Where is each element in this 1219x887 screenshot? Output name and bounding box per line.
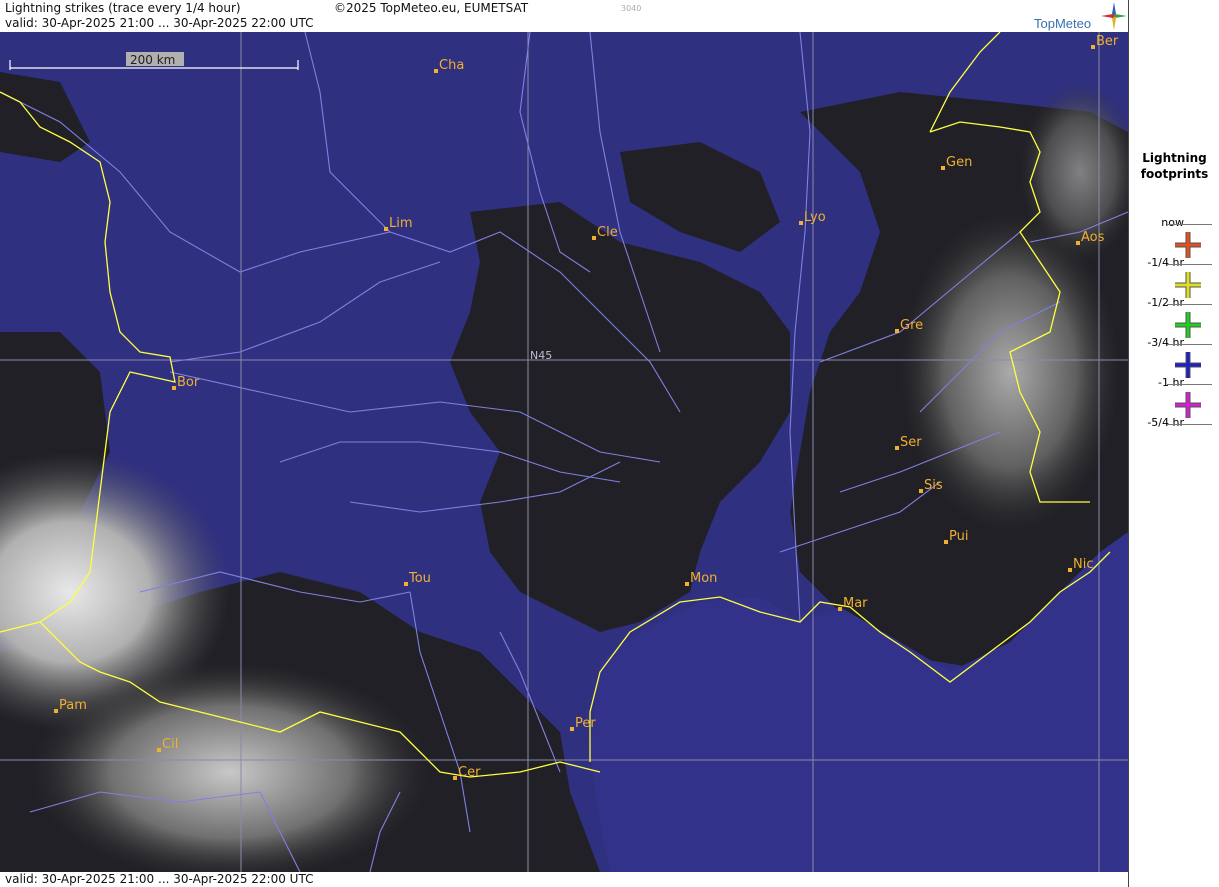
city-label-lim: Lim: [389, 216, 413, 231]
city-label-pui: Pui: [949, 529, 968, 544]
legend-row: -3/4 hr: [1129, 336, 1219, 378]
footer: valid: 30-Apr-2025 21:00 ... 30-Apr-2025…: [0, 872, 1128, 887]
city-label-ser: Ser: [900, 435, 922, 450]
city-marker-cer: [453, 776, 457, 780]
legend-label: now: [1161, 216, 1184, 229]
city-label-cha: Cha: [439, 58, 464, 73]
city-label-cle: Cle: [597, 225, 618, 240]
legend-title: Lightning footprints: [1140, 151, 1209, 181]
satellite-map[interactable]: N45 200 km Cha Ber Gen Lim Cle Lyo Aos G…: [0, 32, 1128, 872]
city-marker-cil: [157, 748, 161, 752]
scale-label: 200 km: [130, 53, 175, 67]
city-label-lyo: Lyo: [804, 210, 826, 225]
topmeteo-logo[interactable]: TopMeteo: [1034, 16, 1091, 31]
city-label-aos: Aos: [1081, 230, 1105, 245]
city-marker-pam: [54, 709, 58, 713]
city-marker-gre: [895, 329, 899, 333]
legend-divider: [1167, 224, 1212, 225]
city-label-per: Per: [575, 716, 596, 731]
valid-time-top: valid: 30-Apr-2025 21:00 ... 30-Apr-2025…: [5, 16, 314, 30]
city-marker-per: [570, 727, 574, 731]
city-label-mar: Mar: [843, 596, 868, 611]
legend-divider: [1167, 424, 1212, 425]
legend-label: -1/4 hr: [1147, 256, 1184, 269]
legend-divider: [1167, 384, 1212, 385]
city-label-ber: Ber: [1096, 34, 1119, 49]
cloud-area-pyrenees: [30, 662, 430, 872]
legend-label: -1/2 hr: [1147, 296, 1184, 309]
city-marker-pui: [944, 540, 948, 544]
city-label-mon: Mon: [690, 571, 717, 586]
city-label-nic: Nic: [1073, 557, 1093, 572]
city-label-tou: Tou: [408, 571, 431, 586]
city-label-bor: Bor: [177, 375, 200, 390]
compass-star-icon: [1101, 2, 1127, 30]
legend-divider: [1167, 344, 1212, 345]
graticule-label: N45: [530, 349, 552, 362]
legend-row: -1 hr: [1129, 376, 1219, 418]
city-marker-tou: [404, 582, 408, 586]
city-marker-lim: [384, 227, 388, 231]
city-marker-ber: [1091, 45, 1095, 49]
legend-divider: [1167, 264, 1212, 265]
city-marker-bor: [172, 386, 176, 390]
valid-time-bottom: valid: 30-Apr-2025 21:00 ... 30-Apr-2025…: [5, 872, 314, 886]
legend-label: -5/4 hr: [1147, 416, 1184, 429]
city-label-sis: Sis: [924, 478, 943, 493]
city-marker-cha: [434, 69, 438, 73]
legend-divider: [1167, 304, 1212, 305]
city-marker-sis: [919, 489, 923, 493]
image-code: 3040: [621, 4, 642, 13]
city-label-pam: Pam: [59, 698, 87, 713]
city-label-gre: Gre: [900, 318, 923, 333]
city-marker-ser: [895, 446, 899, 450]
city-marker-mon: [685, 582, 689, 586]
legend-label: -1 hr: [1158, 376, 1184, 389]
city-label-cer: Cer: [458, 765, 481, 780]
city-marker-mar: [838, 607, 842, 611]
legend-row: -1/4 hr: [1129, 256, 1219, 298]
legend-row: -1/2 hr: [1129, 296, 1219, 338]
city-marker-gen: [941, 166, 945, 170]
city-marker-nic: [1068, 568, 1072, 572]
legend-panel: Lightning footprints now -1/4 hr -1/2 hr -3…: [1128, 0, 1219, 887]
city-label-gen: Gen: [946, 155, 972, 170]
header: Lightning strikes (trace every 1/4 hour)…: [0, 0, 1128, 32]
city-label-cil: Cil: [162, 737, 178, 752]
city-marker-aos: [1076, 241, 1080, 245]
copyright: ©2025 TopMeteo.eu, EUMETSAT: [334, 1, 529, 15]
legend-row: -5/4 hr: [1129, 416, 1219, 456]
city-marker-cle: [592, 236, 596, 240]
city-marker-lyo: [799, 221, 803, 225]
legend-label: -3/4 hr: [1147, 336, 1184, 349]
legend-row: now: [1129, 216, 1219, 258]
map-canvas: N45 200 km ChaBerGenLimCleLyoAosGreBorSe…: [0, 32, 1128, 872]
map-title: Lightning strikes (trace every 1/4 hour): [5, 1, 241, 15]
